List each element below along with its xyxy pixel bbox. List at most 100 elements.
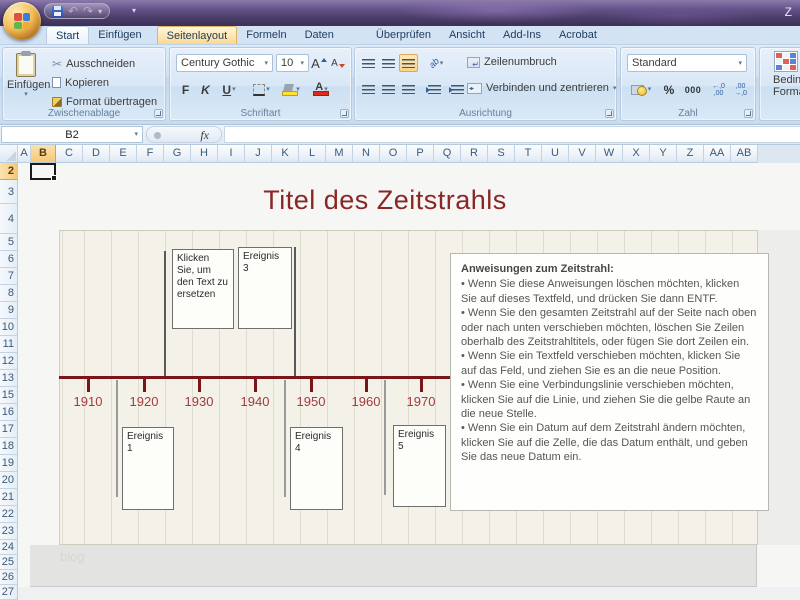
chevron-down-icon[interactable]: ▾ bbox=[98, 7, 102, 16]
instructions-box[interactable]: Anweisungen zum Zeitstrahl: Wenn Sie die… bbox=[450, 253, 769, 511]
row-header[interactable]: 24 bbox=[0, 540, 18, 555]
ribbon-tab[interactable]: Ansicht bbox=[440, 26, 494, 44]
save-icon[interactable] bbox=[52, 6, 63, 17]
connector-line[interactable] bbox=[164, 251, 166, 377]
ribbon-tab[interactable]: Seitenlayout bbox=[157, 26, 238, 44]
cut-button[interactable]: ✂ Ausschneiden bbox=[49, 54, 135, 73]
timeline-title[interactable]: Titel des Zeitstrahls bbox=[215, 185, 555, 216]
column-header[interactable]: D bbox=[83, 145, 110, 163]
connector-line[interactable] bbox=[116, 380, 118, 497]
select-all-corner[interactable] bbox=[0, 145, 18, 163]
column-header[interactable]: Q bbox=[434, 145, 461, 163]
row-header[interactable]: 16 bbox=[0, 404, 18, 421]
column-header[interactable]: C bbox=[56, 145, 83, 163]
year-label[interactable]: 1940 bbox=[233, 394, 277, 409]
column-header[interactable]: X bbox=[623, 145, 650, 163]
timeline-line[interactable] bbox=[59, 376, 457, 379]
event-box-5[interactable]: Ereignis 5 bbox=[393, 425, 446, 507]
font-color-button[interactable]: A▾ bbox=[308, 80, 335, 99]
shrink-font-button[interactable]: A bbox=[329, 54, 347, 72]
row-header[interactable]: 8 bbox=[0, 285, 18, 302]
row-header[interactable]: 11 bbox=[0, 336, 18, 353]
paste-button[interactable]: Einfügen ▾ bbox=[7, 52, 45, 110]
column-header[interactable]: H bbox=[191, 145, 218, 163]
underline-button[interactable]: U▾ bbox=[216, 80, 242, 99]
orientation-button[interactable]: ab▾ bbox=[423, 54, 449, 72]
row-header[interactable]: 3 bbox=[0, 180, 18, 204]
font-size-select[interactable]: 10▾ bbox=[276, 54, 309, 72]
row-header[interactable]: 12 bbox=[0, 353, 18, 370]
row-header[interactable]: 15 bbox=[0, 387, 18, 404]
ribbon-tab[interactable]: Einfügen bbox=[89, 26, 150, 44]
active-cell-border[interactable] bbox=[30, 163, 56, 180]
align-bottom-button[interactable] bbox=[399, 54, 418, 72]
row-header[interactable]: 2 bbox=[0, 163, 18, 180]
office-button[interactable] bbox=[3, 2, 41, 40]
connector-line[interactable] bbox=[284, 380, 286, 497]
ribbon-tab[interactable]: Add-Ins bbox=[494, 26, 550, 44]
row-header[interactable]: 26 bbox=[0, 570, 18, 585]
align-right-button[interactable] bbox=[399, 80, 418, 98]
ribbon-tab[interactable]: Überprüfen bbox=[367, 26, 440, 44]
column-header[interactable]: V bbox=[569, 145, 596, 163]
event-box-3[interactable]: Ereignis 3 bbox=[238, 247, 292, 329]
column-header[interactable]: Z bbox=[677, 145, 704, 163]
row-header[interactable]: 18 bbox=[0, 438, 18, 455]
dialog-launcher-icon[interactable] bbox=[340, 109, 349, 118]
font-family-select[interactable]: Century Gothic▾ bbox=[176, 54, 273, 72]
align-center-button[interactable] bbox=[379, 80, 398, 98]
row-header[interactable]: 25 bbox=[0, 555, 18, 570]
event-box-placeholder[interactable]: Klicken Sie, um den Text zu ersetzen bbox=[172, 249, 234, 329]
redo-icon[interactable]: ↷ bbox=[83, 4, 93, 18]
row-header[interactable]: 4 bbox=[0, 204, 18, 234]
column-header[interactable]: G bbox=[164, 145, 191, 163]
grow-font-button[interactable]: A bbox=[310, 54, 328, 72]
column-header[interactable]: I bbox=[218, 145, 245, 163]
align-middle-button[interactable] bbox=[379, 54, 398, 72]
conditional-formatting-button[interactable]: Bedingte Formatierung bbox=[760, 51, 800, 98]
undo-icon[interactable]: ↶ bbox=[68, 4, 78, 18]
row-header[interactable]: 22 bbox=[0, 506, 18, 523]
align-left-button[interactable] bbox=[359, 80, 378, 98]
column-header[interactable]: T bbox=[515, 145, 542, 163]
formula-input[interactable] bbox=[224, 126, 800, 143]
qat-customize-icon[interactable]: ▾ bbox=[132, 6, 136, 15]
dialog-launcher-icon[interactable] bbox=[744, 109, 753, 118]
worksheet[interactable]: blog Titel des Zeitstrahls 1910192019301… bbox=[18, 163, 800, 600]
column-header[interactable]: E bbox=[110, 145, 137, 163]
thousands-button[interactable]: 000 bbox=[681, 80, 705, 99]
column-header[interactable]: AB bbox=[731, 145, 758, 163]
row-header[interactable]: 21 bbox=[0, 489, 18, 506]
decrease-decimal-button[interactable]: ,00 →,0 bbox=[730, 80, 751, 99]
ribbon-tab[interactable]: Formeln bbox=[237, 26, 295, 44]
year-label[interactable]: 1920 bbox=[122, 394, 166, 409]
row-header[interactable]: 19 bbox=[0, 455, 18, 472]
name-box[interactable]: B2 ▾ bbox=[1, 126, 143, 143]
row-header[interactable]: 27 bbox=[0, 585, 18, 600]
row-header[interactable]: 6 bbox=[0, 251, 18, 268]
ribbon-tab[interactable]: Daten bbox=[296, 26, 343, 44]
event-box-4[interactable]: Ereignis 4 bbox=[290, 427, 343, 510]
increase-indent-button[interactable] bbox=[446, 80, 468, 98]
column-header[interactable]: S bbox=[488, 145, 515, 163]
currency-button[interactable]: ▾ bbox=[627, 80, 655, 99]
column-header[interactable]: K bbox=[272, 145, 299, 163]
fill-color-button[interactable]: ▾ bbox=[278, 80, 305, 99]
column-header[interactable]: M bbox=[326, 145, 353, 163]
column-header[interactable]: P bbox=[407, 145, 434, 163]
row-header[interactable]: 20 bbox=[0, 472, 18, 489]
borders-button[interactable]: ▾ bbox=[248, 80, 275, 99]
italic-button[interactable]: K bbox=[196, 80, 215, 99]
column-header[interactable]: F bbox=[137, 145, 164, 163]
insert-function-button[interactable]: fx bbox=[146, 126, 222, 143]
decrease-indent-button[interactable] bbox=[423, 80, 445, 98]
increase-decimal-button[interactable]: ←,0 ,00 bbox=[708, 80, 729, 99]
merge-center-button[interactable]: Verbinden und zentrieren ▾ bbox=[467, 82, 616, 94]
row-header[interactable]: 17 bbox=[0, 421, 18, 438]
year-label[interactable]: 1950 bbox=[289, 394, 333, 409]
ribbon-tab[interactable]: Start bbox=[46, 26, 89, 44]
row-header[interactable]: 7 bbox=[0, 268, 18, 285]
year-label[interactable]: 1970 bbox=[399, 394, 443, 409]
column-header[interactable]: AA bbox=[704, 145, 731, 163]
column-header[interactable]: U bbox=[542, 145, 569, 163]
